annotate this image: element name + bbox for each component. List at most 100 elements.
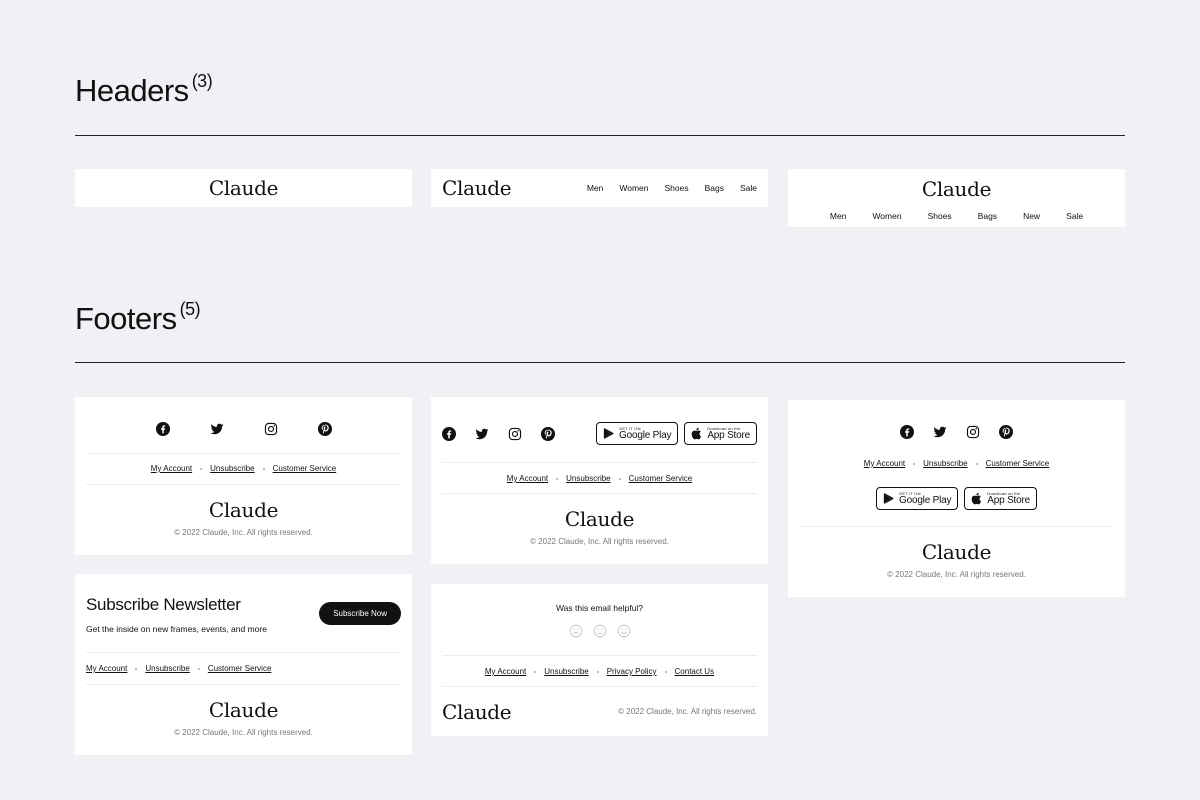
header2-nav-men[interactable]: Men [587,183,604,193]
footer-card-feedback: Was this email helpful? My Account Unsub… [431,584,768,736]
footer3-links: My Account Unsubscribe Customer Service [788,459,1125,468]
footer-card-newsletter: Subscribe Newsletter Get the inside on n… [75,574,412,755]
footer-card-stacked-stores: My Account Unsubscribe Customer Service … [788,400,1125,597]
subscribe-now-button[interactable]: Subscribe Now [319,602,401,625]
privacy-policy-link[interactable]: Privacy Policy [607,667,657,676]
footer5-logo[interactable]: Claude [442,700,512,724]
link-separator [135,667,138,670]
footer2-divider-bottom [442,493,757,494]
unsubscribe-link[interactable]: Unsubscribe [566,474,610,483]
unsubscribe-link[interactable]: Unsubscribe [210,464,254,473]
app-store-button[interactable]: Download on the App Store [684,422,757,445]
feedback-question: Was this email helpful? [555,603,644,613]
app-store-button[interactable]: Download on the App Store [964,487,1037,510]
header3-nav-men[interactable]: Men [830,211,847,221]
google-play-button[interactable]: GET IT ON Google Play [876,487,959,510]
my-account-link[interactable]: My Account [485,667,526,676]
unsubscribe-link[interactable]: Unsubscribe [544,667,588,676]
customer-service-link[interactable]: Customer Service [986,459,1050,468]
link-separator [200,467,203,470]
header3-nav-new[interactable]: New [1023,211,1040,221]
footer4-divider-bottom [86,684,401,685]
google-play-button[interactable]: GET IT ON Google Play [596,422,679,445]
twitter-icon[interactable] [210,422,224,436]
footer-card-social-stores: GET IT ON Google Play Download on the App … [431,397,768,564]
header2-nav-women[interactable]: Women [619,183,648,193]
customer-service-link[interactable]: Customer Service [273,464,337,473]
footer1-social [75,422,412,436]
apple-icon [970,492,983,505]
footer5-divider-bottom [442,686,757,687]
link-separator [975,462,978,465]
footer4-logo[interactable]: Claude [209,698,279,722]
unsubscribe-link[interactable]: Unsubscribe [923,459,967,468]
headers-title-text: Headers [75,73,189,108]
instagram-icon[interactable] [508,427,522,441]
twitter-icon[interactable] [933,425,947,439]
link-separator [197,667,200,670]
footer3-social [788,425,1125,439]
footer1-logo[interactable]: Claude [209,498,279,522]
header3-nav-sale[interactable]: Sale [1066,211,1083,221]
header2-nav-sale[interactable]: Sale [740,183,757,193]
pinterest-icon[interactable] [318,422,332,436]
my-account-link[interactable]: My Account [507,474,548,483]
pinterest-icon[interactable] [999,425,1013,439]
my-account-link[interactable]: My Account [151,464,192,473]
pinterest-icon[interactable] [541,427,555,441]
footer2-stores: GET IT ON Google Play Download on the App … [596,422,757,445]
google-play-big-text: Google Play [619,429,672,441]
footer3-divider [799,526,1114,527]
footer4-copyright: © 2022 Claude, Inc. All rights reserved. [174,728,313,737]
footer3-copyright: © 2022 Claude, Inc. All rights reserved. [887,570,1026,579]
footer4-links: My Account Unsubscribe Customer Service [86,664,271,673]
customer-service-link[interactable]: Customer Service [629,474,693,483]
instagram-icon[interactable] [264,422,278,436]
header2-nav-shoes[interactable]: Shoes [665,183,689,193]
link-separator [596,670,599,673]
sad-face-icon[interactable] [569,624,583,638]
header3-logo[interactable]: Claude [922,177,992,201]
google-play-icon [602,427,615,440]
facebook-icon[interactable] [156,422,170,436]
twitter-icon[interactable] [475,427,489,441]
header2-nav-bags[interactable]: Bags [705,183,724,193]
header1-logo[interactable]: Claude [209,176,279,200]
facebook-icon[interactable] [442,427,456,441]
footer4-divider-top [86,652,401,653]
header3-nav: Men Women Shoes Bags New Sale [788,211,1125,221]
footer2-copyright: © 2022 Claude, Inc. All rights reserved. [530,537,669,546]
newsletter-subtitle: Get the inside on new frames, events, an… [86,624,267,634]
unsubscribe-link[interactable]: Unsubscribe [145,664,189,673]
footers-title-text: Footers [75,301,177,336]
footer5-divider-top [442,655,757,656]
footer2-logo[interactable]: Claude [565,507,635,531]
facebook-icon[interactable] [900,425,914,439]
happy-face-icon[interactable] [617,624,631,638]
app-store-big-text: App Store [987,494,1030,506]
instagram-icon[interactable] [966,425,980,439]
header3-nav-women[interactable]: Women [872,211,901,221]
neutral-face-icon[interactable] [593,624,607,638]
header2-logo[interactable]: Claude [442,176,512,200]
footer1-copyright: © 2022 Claude, Inc. All rights reserved. [174,528,313,537]
footer5-copyright: © 2022 Claude, Inc. All rights reserved. [618,707,757,716]
my-account-link[interactable]: My Account [864,459,905,468]
header3-nav-shoes[interactable]: Shoes [928,211,952,221]
google-play-icon [882,492,895,505]
header-card-inline-nav: Claude Men Women Shoes Bags Sale [431,169,768,207]
footer2-links: My Account Unsubscribe Customer Service [431,474,768,483]
footers-divider [75,362,1125,363]
header3-nav-bags[interactable]: Bags [978,211,997,221]
customer-service-link[interactable]: Customer Service [208,664,272,673]
link-separator [556,477,559,480]
my-account-link[interactable]: My Account [86,664,127,673]
footer2-social [442,427,555,441]
link-separator [534,670,537,673]
link-separator [262,467,265,470]
header-card-centered: Claude [75,169,412,207]
contact-us-link[interactable]: Contact Us [675,667,715,676]
footer-card-social: My Account Unsubscribe Customer Service … [75,397,412,555]
footers-section-title: Footers (5) [75,299,201,337]
footer3-logo[interactable]: Claude [922,540,992,564]
